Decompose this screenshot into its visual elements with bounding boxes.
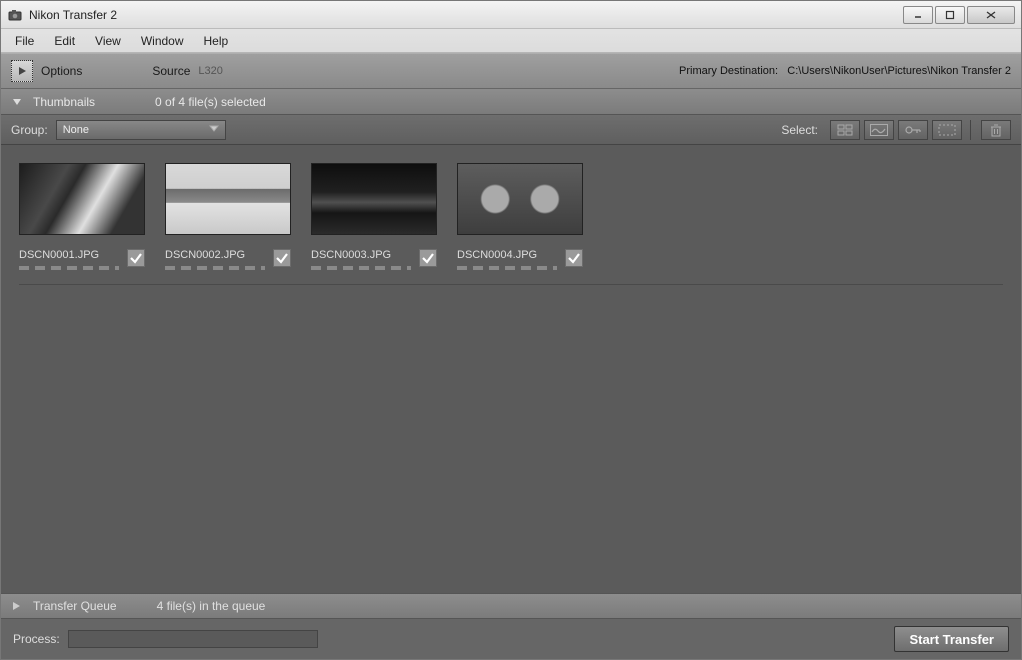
select-grid-button[interactable] [830,120,860,140]
thumbnail-item[interactable]: DSCN0002.JPG [165,163,291,270]
thumbnail-item[interactable]: DSCN0003.JPG [311,163,437,270]
app-icon [7,7,23,23]
thumbnail-dashes [165,266,265,270]
app-window: Nikon Transfer 2 File Edit View Window H… [0,0,1022,660]
group-bar: Group: None Select: [1,115,1021,145]
start-transfer-button[interactable]: Start Transfer [894,626,1009,652]
window-title: Nikon Transfer 2 [29,8,903,22]
thumbnail-dashes [19,266,119,270]
maximize-button[interactable] [935,6,965,24]
queue-status: 4 file(s) in the queue [157,599,266,613]
thumbnail-checkbox[interactable] [419,249,437,267]
thumbnail-dashes [457,266,557,270]
destination-value: C:\Users\NikonUser\Pictures\Nikon Transf… [787,65,1011,77]
thumbnail-filename: DSCN0004.JPG [457,249,537,261]
collapse-icon [11,96,23,108]
thumbnail-filename: DSCN0002.JPG [165,249,245,261]
expand-icon [11,600,23,612]
progress-bar [68,630,318,648]
thumbnail-image[interactable] [457,163,583,235]
select-marquee-button[interactable] [932,120,962,140]
select-wave-button[interactable] [864,120,894,140]
source-label: Source [152,64,190,78]
menu-help[interactable]: Help [194,32,239,50]
thumbnail-image[interactable] [19,163,145,235]
menu-edit[interactable]: Edit [44,32,85,50]
process-label: Process: [13,632,60,646]
destination-text: Primary Destination: C:\Users\NikonUser\… [679,65,1011,77]
thumbnail-image[interactable] [311,163,437,235]
queue-label: Transfer Queue [33,599,117,613]
thumbnails-header[interactable]: Thumbnails 0 of 4 file(s) selected [1,89,1021,115]
thumbnail-filename: DSCN0001.JPG [19,249,99,261]
menu-view[interactable]: View [85,32,131,50]
divider [970,120,971,140]
window-controls [903,6,1015,24]
group-dropdown[interactable]: None [56,120,226,140]
options-expand-button[interactable] [11,60,33,82]
menu-file[interactable]: File [5,32,44,50]
thumbnail-checkbox[interactable] [127,249,145,267]
thumbnail-image[interactable] [165,163,291,235]
minimize-button[interactable] [903,6,933,24]
group-label: Group: [11,123,48,137]
titlebar: Nikon Transfer 2 [1,1,1021,29]
thumbnails-label: Thumbnails [33,95,95,109]
group-value: None [63,124,89,136]
start-transfer-label: Start Transfer [909,632,994,647]
separator [19,284,1003,285]
thumbnail-checkbox[interactable] [273,249,291,267]
thumbnail-item[interactable]: DSCN0001.JPG [19,163,145,270]
queue-bar[interactable]: Transfer Queue 4 file(s) in the queue [1,593,1021,619]
delete-button[interactable] [981,120,1011,140]
select-lock-button[interactable] [898,120,928,140]
thumbnail-checkbox[interactable] [565,249,583,267]
thumbnail-area: DSCN0001.JPG DSCN0002.JPG [1,145,1021,593]
destination-label: Primary Destination: [679,65,778,77]
close-button[interactable] [967,6,1015,24]
thumbnails-count: 0 of 4 file(s) selected [155,95,266,109]
chevron-down-icon [209,123,219,136]
menubar: File Edit View Window Help [1,29,1021,53]
options-label: Options [41,64,82,78]
bottom-bar: Process: Start Transfer [1,619,1021,659]
thumbnail-row: DSCN0001.JPG DSCN0002.JPG [19,163,1003,270]
thumbnail-item[interactable]: DSCN0004.JPG [457,163,583,270]
thumbnail-filename: DSCN0003.JPG [311,249,391,261]
thumbnail-dashes [311,266,411,270]
options-bar: Options Source L320 Primary Destination:… [1,53,1021,89]
select-label: Select: [781,123,818,137]
source-value: L320 [198,65,222,77]
menu-window[interactable]: Window [131,32,194,50]
